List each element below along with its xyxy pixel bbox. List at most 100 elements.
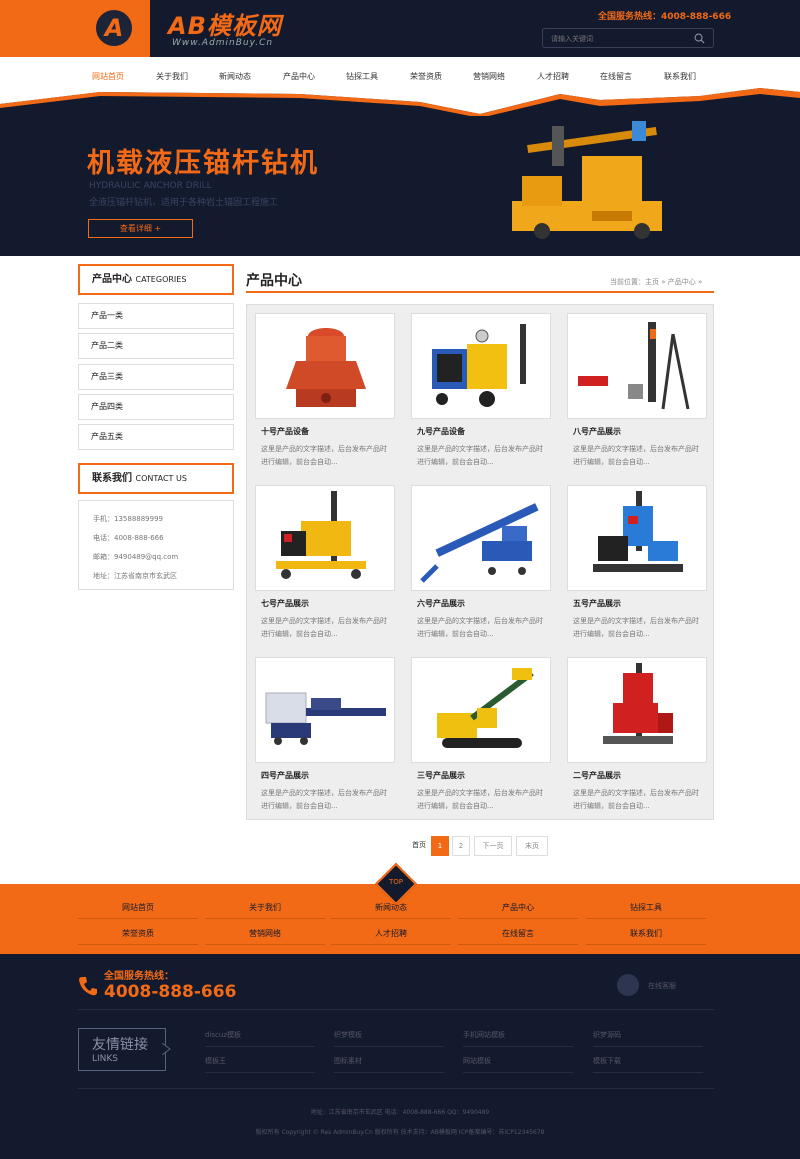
back-to-top-label[interactable]: TOP bbox=[381, 878, 411, 886]
sidebar-products-head: 产品中心 CATEGORIES bbox=[78, 264, 234, 295]
product-title[interactable]: 三号产品展示 bbox=[417, 770, 465, 781]
pager-page-2[interactable]: 2 bbox=[452, 836, 470, 856]
sidebar-category-1[interactable]: 产品一类 bbox=[78, 303, 234, 329]
product-title[interactable]: 六号产品展示 bbox=[417, 598, 465, 609]
product-title[interactable]: 二号产品展示 bbox=[573, 770, 621, 781]
product-desc: 这里是产品的文字描述，后台发布产品时进行编辑，前台会自动... bbox=[573, 789, 699, 810]
friend-link[interactable]: 手机网站模板 bbox=[463, 1030, 573, 1047]
search-icon[interactable] bbox=[694, 33, 705, 44]
hydraulic-power-unit-image[interactable] bbox=[411, 313, 551, 419]
footer-divider bbox=[78, 1009, 714, 1010]
footer-nav-honors[interactable]: 荣誉资质 bbox=[78, 928, 198, 945]
logo-text[interactable]: AB模板网 bbox=[168, 6, 282, 41]
friend-link[interactable]: discuz模板 bbox=[205, 1030, 315, 1047]
friend-link[interactable]: 模板王 bbox=[205, 1056, 315, 1073]
contact-box: 手机：13588889999 电话：4008-888-666 邮箱：949048… bbox=[78, 500, 234, 590]
breadcrumb[interactable]: 当前位置：主页 » 产品中心 » bbox=[610, 277, 702, 287]
footer-nav-message[interactable]: 在线留言 bbox=[458, 928, 578, 945]
nav-item-honors[interactable]: 荣誉资质 bbox=[410, 71, 442, 82]
footer-nav-contact[interactable]: 联系我们 bbox=[586, 928, 706, 945]
product-card[interactable]: 七号产品展示 这里是产品的文字描述，后台发布产品时进行编辑，前台会自动... bbox=[255, 485, 395, 645]
pager-first[interactable]: 首页 bbox=[408, 836, 430, 856]
friend-link[interactable]: 图标素材 bbox=[334, 1056, 444, 1073]
rock-drill-tripod-image[interactable] bbox=[567, 313, 707, 419]
product-desc: 这里是产品的文字描述，后台发布产品时进行编辑，前台会自动... bbox=[261, 789, 387, 810]
nav-item-network[interactable]: 营销网络 bbox=[473, 71, 505, 82]
sidebar-category-4[interactable]: 产品四类 bbox=[78, 394, 234, 420]
cone-crusher-image[interactable] bbox=[255, 313, 395, 419]
footer-nav-products[interactable]: 产品中心 bbox=[458, 902, 578, 919]
pager-last[interactable]: 末页 bbox=[516, 836, 548, 856]
product-card[interactable]: 十号产品设备 这里是产品的文字描述，后台发布产品时进行编辑，前台会自动... bbox=[255, 313, 395, 473]
nav-item-news[interactable]: 新闻动态 bbox=[219, 71, 251, 82]
core-drill-rig-blue-image[interactable] bbox=[567, 485, 707, 591]
product-title[interactable]: 九号产品设备 bbox=[417, 426, 465, 437]
crawler-drill-yellow-image[interactable] bbox=[411, 657, 551, 763]
footer-nav-news[interactable]: 新闻动态 bbox=[331, 902, 451, 919]
product-card[interactable]: 八号产品展示 这里是产品的文字描述，后台发布产品时进行编辑，前台会自动... bbox=[567, 313, 707, 473]
footer-nav-tools[interactable]: 钻探工具 bbox=[586, 902, 706, 919]
nav-item-tools[interactable]: 钻探工具 bbox=[346, 71, 378, 82]
banner-detail-button[interactable]: 查看详细 + bbox=[88, 219, 193, 238]
product-desc: 这里是产品的文字描述，后台发布产品时进行编辑，前台会自动... bbox=[261, 617, 387, 638]
core-drill-rig-yellow-image[interactable] bbox=[255, 485, 395, 591]
friend-link[interactable]: 网站模板 bbox=[463, 1056, 573, 1073]
nav-item-products[interactable]: 产品中心 bbox=[283, 71, 315, 82]
pager-next[interactable]: 下一页 bbox=[474, 836, 512, 856]
core-drill-rig-red-image[interactable] bbox=[567, 657, 707, 763]
links-arrow-icon bbox=[162, 1043, 171, 1055]
product-desc: 这里是产品的文字描述，后台发布产品时进行编辑，前台会自动... bbox=[261, 445, 387, 466]
product-desc: 这里是产品的文字描述，后台发布产品时进行编辑，前台会自动... bbox=[573, 445, 699, 466]
online-service-label[interactable]: 在线客服 bbox=[648, 981, 676, 991]
footer-divider bbox=[78, 1088, 714, 1089]
hero-banner: 机载液压锚杆钻机 HYDRAULIC ANCHOR DRILL 全液压锚杆钻机，… bbox=[0, 86, 800, 256]
nav-item-message[interactable]: 在线留言 bbox=[600, 71, 632, 82]
footer-copyright: 版权所有 Copyright © Res AdminBuy.Cn 版权所有 技术… bbox=[255, 1129, 545, 1136]
nav-item-jobs[interactable]: 人才招聘 bbox=[537, 71, 569, 82]
product-card[interactable]: 九号产品设备 这里是产品的文字描述，后台发布产品时进行编辑，前台会自动... bbox=[411, 313, 551, 473]
product-desc: 这里是产品的文字描述，后台发布产品时进行编辑，前台会自动... bbox=[573, 617, 699, 638]
links-title: 友情链接 bbox=[92, 1037, 148, 1053]
sidebar-category-5[interactable]: 产品五类 bbox=[78, 424, 234, 450]
footer-address: 地址：江苏省南京市玄武区 电话：4008-888-666 QQ：9490489 bbox=[310, 1109, 490, 1116]
product-card[interactable]: 四号产品展示 这里是产品的文字描述，后台发布产品时进行编辑，前台会自动... bbox=[255, 657, 395, 817]
logo-icon[interactable]: A bbox=[94, 8, 134, 48]
footer-nav-home[interactable]: 网站首页 bbox=[78, 902, 198, 919]
contact-mobile: 手机：13588889999 bbox=[93, 515, 163, 523]
contact-address: 地址：江苏省南京市玄武区 bbox=[93, 572, 177, 580]
product-title[interactable]: 四号产品展示 bbox=[261, 770, 309, 781]
nav-item-about[interactable]: 关于我们 bbox=[156, 71, 188, 82]
pager-page-1[interactable]: 1 bbox=[431, 836, 449, 856]
footer-nav-jobs[interactable]: 人才招聘 bbox=[331, 928, 451, 945]
product-card[interactable]: 五号产品展示 这里是产品的文字描述，后台发布产品时进行编辑，前台会自动... bbox=[567, 485, 707, 645]
anchor-drill-blue-image[interactable] bbox=[411, 485, 551, 591]
product-desc: 这里是产品的文字描述，后台发布产品时进行编辑，前台会自动... bbox=[417, 789, 543, 810]
product-title[interactable]: 十号产品设备 bbox=[261, 426, 309, 437]
site-header: A AB模板网 Www.AdminBuy.Cn 全国服务热线：4008-888-… bbox=[0, 0, 800, 57]
online-service-icon[interactable] bbox=[617, 974, 639, 996]
links-title-en: LINKS bbox=[92, 1054, 119, 1064]
page-title: 产品中心 bbox=[246, 273, 302, 289]
drill-machine-image bbox=[512, 121, 662, 239]
product-card[interactable]: 三号产品展示 这里是产品的文字描述，后台发布产品时进行编辑，前台会自动... bbox=[411, 657, 551, 817]
friend-link[interactable]: 织梦模板 bbox=[334, 1030, 444, 1047]
nav-item-contact[interactable]: 联系我们 bbox=[664, 71, 696, 82]
product-card[interactable]: 六号产品展示 这里是产品的文字描述，后台发布产品时进行编辑，前台会自动... bbox=[411, 485, 551, 645]
nav-item-home[interactable]: 网站首页 bbox=[92, 71, 124, 82]
footer-nav-about[interactable]: 关于我们 bbox=[205, 902, 325, 919]
product-card[interactable]: 二号产品展示 这里是产品的文字描述，后台发布产品时进行编辑，前台会自动... bbox=[567, 657, 707, 817]
friend-link[interactable]: 模板下载 bbox=[593, 1056, 703, 1073]
search-input[interactable] bbox=[551, 32, 681, 46]
search-box bbox=[542, 28, 714, 48]
logo-subtitle: Www.AdminBuy.Cn bbox=[172, 38, 274, 48]
sidebar-category-2[interactable]: 产品二类 bbox=[78, 333, 234, 359]
contact-email: 邮箱：9490489@qq.com bbox=[93, 553, 179, 561]
product-title[interactable]: 七号产品展示 bbox=[261, 598, 309, 609]
product-title[interactable]: 八号产品展示 bbox=[573, 426, 621, 437]
footer-nav-network[interactable]: 营销网络 bbox=[205, 928, 325, 945]
product-title[interactable]: 五号产品展示 bbox=[573, 598, 621, 609]
title-divider bbox=[246, 291, 714, 293]
horizontal-drill-image[interactable] bbox=[255, 657, 395, 763]
friend-link[interactable]: 织梦源码 bbox=[593, 1030, 703, 1047]
sidebar-category-3[interactable]: 产品三类 bbox=[78, 364, 234, 390]
